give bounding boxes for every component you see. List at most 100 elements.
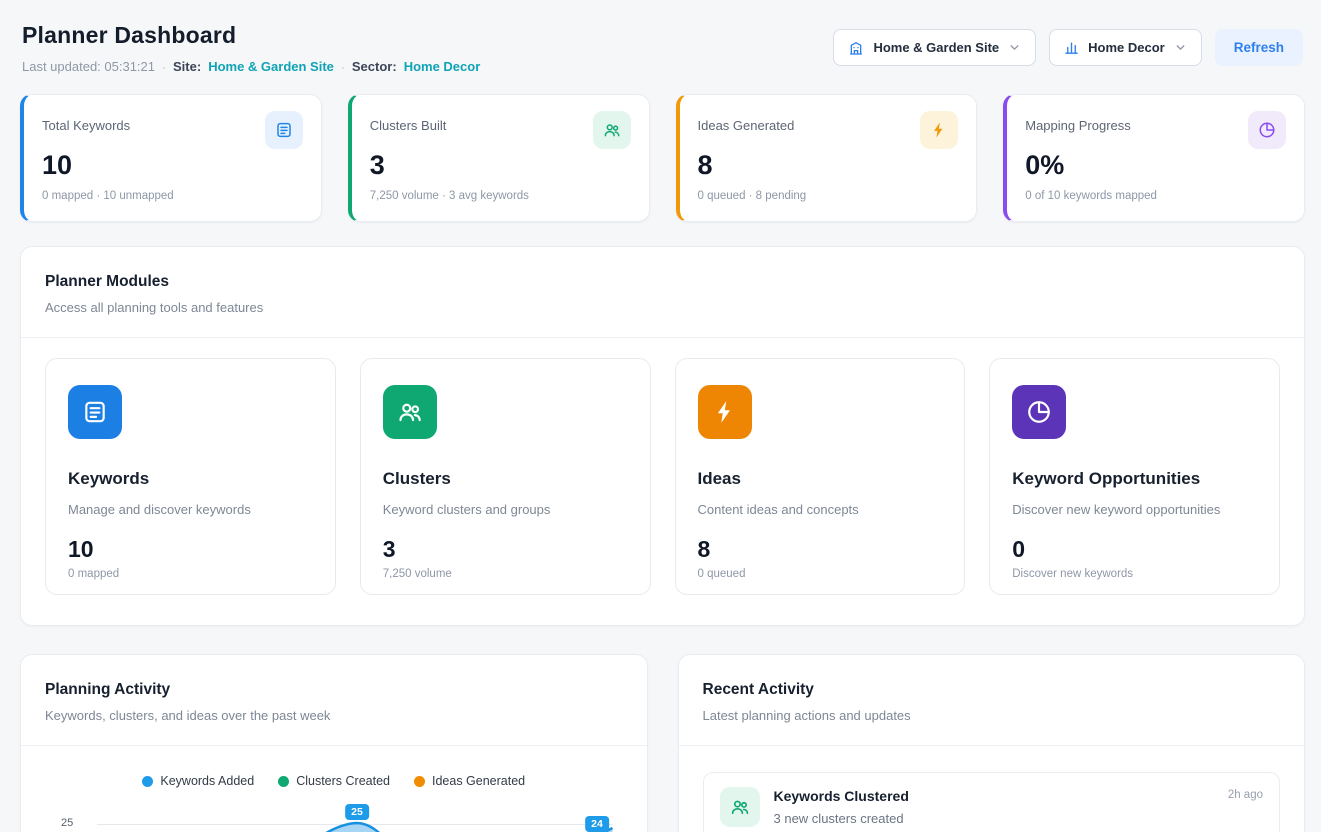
module-title: Clusters: [383, 469, 628, 489]
stat-label: Clusters Built: [370, 118, 447, 133]
section-title: Planning Activity: [45, 681, 623, 699]
chart-legend: Keywords Added Clusters Created Ideas Ge…: [21, 774, 647, 788]
topbar-left: Planner Dashboard Last updated: 05:31:21…: [22, 22, 480, 74]
activity-item-body: Keywords Clustered 3 new clusters create…: [774, 787, 909, 826]
section-title: Planner Modules: [45, 273, 1280, 291]
topbar: Planner Dashboard Last updated: 05:31:21…: [20, 0, 1305, 84]
stat-value: 8: [698, 150, 959, 181]
planner-dashboard-page: Planner Dashboard Last updated: 05:31:21…: [0, 0, 1321, 832]
stat-card-top: Clusters Built: [370, 111, 631, 149]
lightning-icon: [920, 111, 958, 149]
legend-label: Clusters Created: [296, 774, 390, 788]
legend-item-keywords-added: Keywords Added: [142, 774, 254, 788]
users-icon: [720, 787, 760, 827]
module-title: Ideas: [698, 469, 943, 489]
stat-value: 0%: [1025, 150, 1286, 181]
last-updated-text: Last updated: 05:31:21: [22, 59, 155, 74]
bar-chart-icon: [1064, 40, 1079, 55]
site-label: Site:: [173, 59, 201, 74]
sector-selector-value: Home Decor: [1088, 40, 1165, 55]
planner-modules-card: Planner Modules Access all planning tool…: [20, 246, 1305, 626]
stat-card-top: Mapping Progress: [1025, 111, 1286, 149]
page-title: Planner Dashboard: [22, 22, 480, 49]
document-icon: [265, 111, 303, 149]
activity-item-keywords-clustered: Keywords Clustered 3 new clusters create…: [703, 772, 1281, 832]
stat-label: Mapping Progress: [1025, 118, 1131, 133]
module-detail: 0 queued: [698, 568, 943, 580]
stat-label: Ideas Generated: [698, 118, 795, 133]
stat-label: Total Keywords: [42, 118, 130, 133]
stat-detail: 0 of 10 keywords mapped: [1025, 190, 1286, 202]
module-title: Keywords: [68, 469, 313, 489]
topbar-actions: Home & Garden Site Home Decor Refresh: [833, 29, 1303, 66]
divider: [21, 745, 647, 746]
pie-chart-icon: [1012, 385, 1066, 439]
module-description: Content ideas and concepts: [698, 502, 943, 517]
planner-modules-header: Planner Modules Access all planning tool…: [21, 247, 1304, 337]
data-point-label: 24: [585, 816, 609, 832]
stat-card-mapping-progress: Mapping Progress 0% 0 of 10 keywords map…: [1003, 94, 1305, 222]
planning-activity-card: Planning Activity Keywords, clusters, an…: [20, 654, 648, 832]
refresh-button[interactable]: Refresh: [1215, 29, 1303, 66]
users-icon: [593, 111, 631, 149]
module-value: 10: [68, 536, 313, 563]
legend-item-ideas-generated: Ideas Generated: [414, 774, 525, 788]
y-axis-tick: 25: [61, 817, 73, 829]
module-value: 8: [698, 536, 943, 563]
legend-dot-green: [278, 776, 289, 787]
stat-card-ideas-generated: Ideas Generated 8 0 queued · 8 pending: [676, 94, 978, 222]
stat-detail: 0 mapped · 10 unmapped: [42, 190, 303, 202]
section-subtitle: Access all planning tools and features: [45, 300, 1280, 315]
module-card-keyword-opportunities[interactable]: Keyword Opportunities Discover new keywo…: [989, 358, 1280, 595]
pie-chart-icon: [1248, 111, 1286, 149]
legend-label: Keywords Added: [160, 774, 254, 788]
section-subtitle: Keywords, clusters, and ideas over the p…: [45, 708, 623, 723]
module-card-clusters[interactable]: Clusters Keyword clusters and groups 3 7…: [360, 358, 651, 595]
legend-dot-orange: [414, 776, 425, 787]
stat-card-top: Total Keywords: [42, 111, 303, 149]
stat-card-clusters-built: Clusters Built 3 7,250 volume · 3 avg ke…: [348, 94, 650, 222]
site-selector-value: Home & Garden Site: [873, 40, 999, 55]
legend-dot-blue: [142, 776, 153, 787]
section-title: Recent Activity: [703, 681, 1281, 699]
activity-list: Keywords Clustered 3 new clusters create…: [679, 746, 1305, 832]
lightning-icon: [698, 385, 752, 439]
planning-activity-header: Planning Activity Keywords, clusters, an…: [21, 655, 647, 745]
legend-item-clusters-created: Clusters Created: [278, 774, 390, 788]
meta-separator: ·: [341, 60, 345, 74]
modules-grid: Keywords Manage and discover keywords 10…: [21, 338, 1304, 625]
planning-activity-chart: 25 25 24: [45, 804, 623, 832]
data-point-label: 25: [345, 804, 369, 820]
stat-value: 3: [370, 150, 631, 181]
stat-detail: 0 queued · 8 pending: [698, 190, 959, 202]
module-description: Discover new keyword opportunities: [1012, 502, 1257, 517]
activity-timestamp: 2h ago: [1228, 789, 1263, 801]
chevron-down-icon: [1008, 41, 1021, 54]
chevron-down-icon: [1174, 41, 1187, 54]
sector-selector-dropdown[interactable]: Home Decor: [1049, 29, 1202, 66]
stat-detail: 7,250 volume · 3 avg keywords: [370, 190, 631, 202]
stat-value: 10: [42, 150, 303, 181]
meta-separator: ·: [162, 60, 166, 74]
module-detail: 0 mapped: [68, 568, 313, 580]
module-card-ideas[interactable]: Ideas Content ideas and concepts 8 0 que…: [675, 358, 966, 595]
activity-description: 3 new clusters created: [774, 811, 909, 826]
stat-cards-row: Total Keywords 10 0 mapped · 10 unmapped…: [20, 94, 1305, 222]
sector-label: Sector:: [352, 59, 397, 74]
module-description: Keyword clusters and groups: [383, 502, 628, 517]
activity-title: Keywords Clustered: [774, 788, 909, 804]
section-subtitle: Latest planning actions and updates: [703, 708, 1281, 723]
site-selector-dropdown[interactable]: Home & Garden Site: [833, 29, 1036, 66]
module-detail: Discover new keywords: [1012, 568, 1257, 580]
site-link[interactable]: Home & Garden Site: [208, 59, 334, 74]
stat-card-total-keywords: Total Keywords 10 0 mapped · 10 unmapped: [20, 94, 322, 222]
recent-activity-header: Recent Activity Latest planning actions …: [679, 655, 1305, 745]
legend-label: Ideas Generated: [432, 774, 525, 788]
module-description: Manage and discover keywords: [68, 502, 313, 517]
recent-activity-card: Recent Activity Latest planning actions …: [678, 654, 1306, 832]
module-value: 3: [383, 536, 628, 563]
building-icon: [848, 40, 864, 56]
module-card-keywords[interactable]: Keywords Manage and discover keywords 10…: [45, 358, 336, 595]
header-meta: Last updated: 05:31:21 · Site: Home & Ga…: [22, 59, 480, 74]
sector-link[interactable]: Home Decor: [404, 59, 481, 74]
